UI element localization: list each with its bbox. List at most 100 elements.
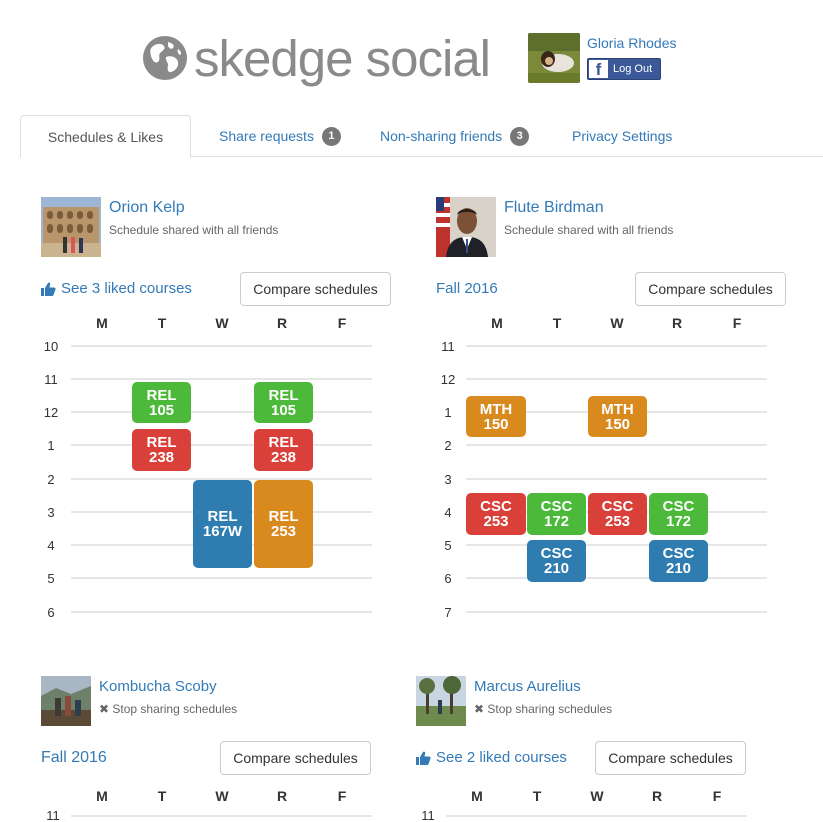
course-number: 238	[270, 449, 297, 466]
course-code: REL	[207, 508, 238, 525]
course-block[interactable]: REL 105	[132, 382, 191, 423]
course-block[interactable]: MTH 150	[466, 396, 526, 437]
globe-icon	[143, 36, 187, 80]
hour-line	[71, 577, 372, 579]
compare-schedules-button[interactable]: Compare schedules	[220, 741, 371, 775]
course-code: CSC	[601, 498, 634, 515]
course-block[interactable]: REL 167W	[193, 480, 252, 568]
stop-sharing-link[interactable]: ✖ Stop sharing schedules	[474, 702, 612, 716]
course-number: 150	[604, 415, 631, 433]
stop-sharing-label: Stop sharing schedules	[112, 702, 238, 716]
course-code: CSC	[540, 545, 573, 562]
day-header: R	[276, 788, 288, 804]
day-header: T	[157, 315, 167, 331]
course-number: 167W	[202, 523, 243, 540]
share-status: Schedule shared with all friends	[109, 223, 279, 237]
course-block[interactable]: REL 238	[132, 429, 191, 471]
course-block[interactable]: CSC 210	[649, 540, 708, 582]
course-code: REL	[146, 386, 177, 404]
user-avatar[interactable]	[528, 33, 580, 83]
hour-label: 1	[444, 405, 452, 420]
liked-courses-link[interactable]: See 3 liked courses	[41, 280, 192, 297]
tab-non-sharing-friends[interactable]: Non-sharing friends 3	[380, 115, 530, 157]
logout-button[interactable]: f Log Out	[587, 58, 661, 80]
hour-label: 2	[444, 438, 452, 453]
friend-avatar[interactable]	[41, 676, 91, 726]
close-icon: ✖	[474, 702, 485, 716]
term-label[interactable]: Fall 2016	[41, 749, 107, 767]
hour-line	[71, 444, 372, 446]
course-block[interactable]: REL 105	[254, 382, 313, 423]
tab-label: Share requests	[219, 128, 314, 144]
course-code: REL	[268, 508, 299, 525]
hour-line	[466, 577, 767, 579]
course-block[interactable]: CSC 253	[588, 493, 647, 535]
thumbs-up-icon	[416, 751, 431, 765]
friend-avatar[interactable]	[416, 676, 466, 726]
friend-avatar[interactable]	[41, 197, 101, 257]
course-block[interactable]: MTH 150	[588, 396, 647, 437]
course-number: 210	[665, 560, 692, 577]
day-header: T	[157, 788, 167, 804]
hour-line	[466, 444, 767, 446]
term-text: Fall 2016	[436, 280, 498, 297]
hour-label: 11	[421, 808, 435, 822]
hour-line	[71, 378, 372, 380]
day-header: W	[590, 788, 604, 804]
hour-label: 5	[444, 538, 452, 553]
facebook-icon: f	[589, 60, 608, 78]
user-name[interactable]: Gloria Rhodes	[587, 35, 677, 51]
liked-courses-label: See 2 liked courses	[436, 749, 567, 766]
share-status: Schedule shared with all friends	[504, 223, 674, 237]
course-code: REL	[268, 434, 299, 451]
close-icon: ✖	[99, 702, 110, 716]
hour-label: 11	[44, 372, 58, 387]
compare-schedules-button[interactable]: Compare schedules	[595, 741, 746, 775]
day-header: M	[96, 315, 108, 331]
course-number: 253	[483, 513, 509, 530]
course-block[interactable]: REL 238	[254, 429, 313, 471]
tab-privacy-settings[interactable]: Privacy Settings	[572, 115, 672, 157]
course-block[interactable]: CSC 172	[527, 493, 586, 535]
hour-label: 11	[46, 808, 60, 822]
day-header: W	[215, 315, 229, 331]
tab-share-requests[interactable]: Share requests 1	[219, 115, 341, 157]
compare-schedules-button[interactable]: Compare schedules	[635, 272, 786, 306]
app-logo[interactable]: skedge social	[142, 28, 491, 88]
hour-label: 6	[444, 571, 452, 586]
course-number: 150	[483, 415, 509, 433]
course-code: CSC	[540, 498, 573, 515]
hour-label: 1	[47, 438, 55, 453]
course-code: MTH	[479, 400, 513, 418]
term-label[interactable]: Fall 2016	[436, 280, 498, 297]
hour-label: 3	[444, 472, 452, 487]
hour-label: 5	[47, 571, 55, 586]
hour-label: 4	[444, 505, 452, 520]
course-code: CSC	[480, 498, 512, 515]
hour-line	[466, 611, 767, 613]
friend-avatar[interactable]	[436, 197, 496, 257]
thumbs-up-icon	[41, 282, 56, 296]
friend-name[interactable]: Kombucha Scoby	[99, 678, 217, 695]
hour-line	[71, 411, 372, 413]
compare-schedules-button[interactable]: Compare schedules	[240, 272, 391, 306]
course-number: 253	[270, 523, 297, 540]
tab-schedules-likes[interactable]: Schedules & Likes	[20, 115, 191, 158]
day-header: M	[471, 788, 483, 804]
day-header: F	[337, 315, 347, 331]
stop-sharing-link[interactable]: ✖ Stop sharing schedules	[99, 702, 237, 716]
course-block[interactable]: CSC 172	[649, 493, 708, 535]
friend-name[interactable]: Orion Kelp	[109, 199, 185, 217]
friend-name[interactable]: Marcus Aurelius	[474, 678, 581, 695]
course-block[interactable]: REL 253	[254, 480, 313, 568]
hour-line	[71, 345, 372, 347]
hour-line	[446, 815, 747, 817]
hour-label: 6	[47, 605, 55, 620]
hour-line	[466, 378, 767, 380]
friend-name[interactable]: Flute Birdman	[504, 199, 604, 217]
liked-courses-link[interactable]: See 2 liked courses	[416, 749, 567, 766]
course-code: MTH	[601, 400, 634, 418]
course-block[interactable]: CSC 210	[527, 540, 586, 582]
course-block[interactable]: CSC 253	[466, 493, 526, 535]
stop-sharing-label: Stop sharing schedules	[487, 702, 613, 716]
